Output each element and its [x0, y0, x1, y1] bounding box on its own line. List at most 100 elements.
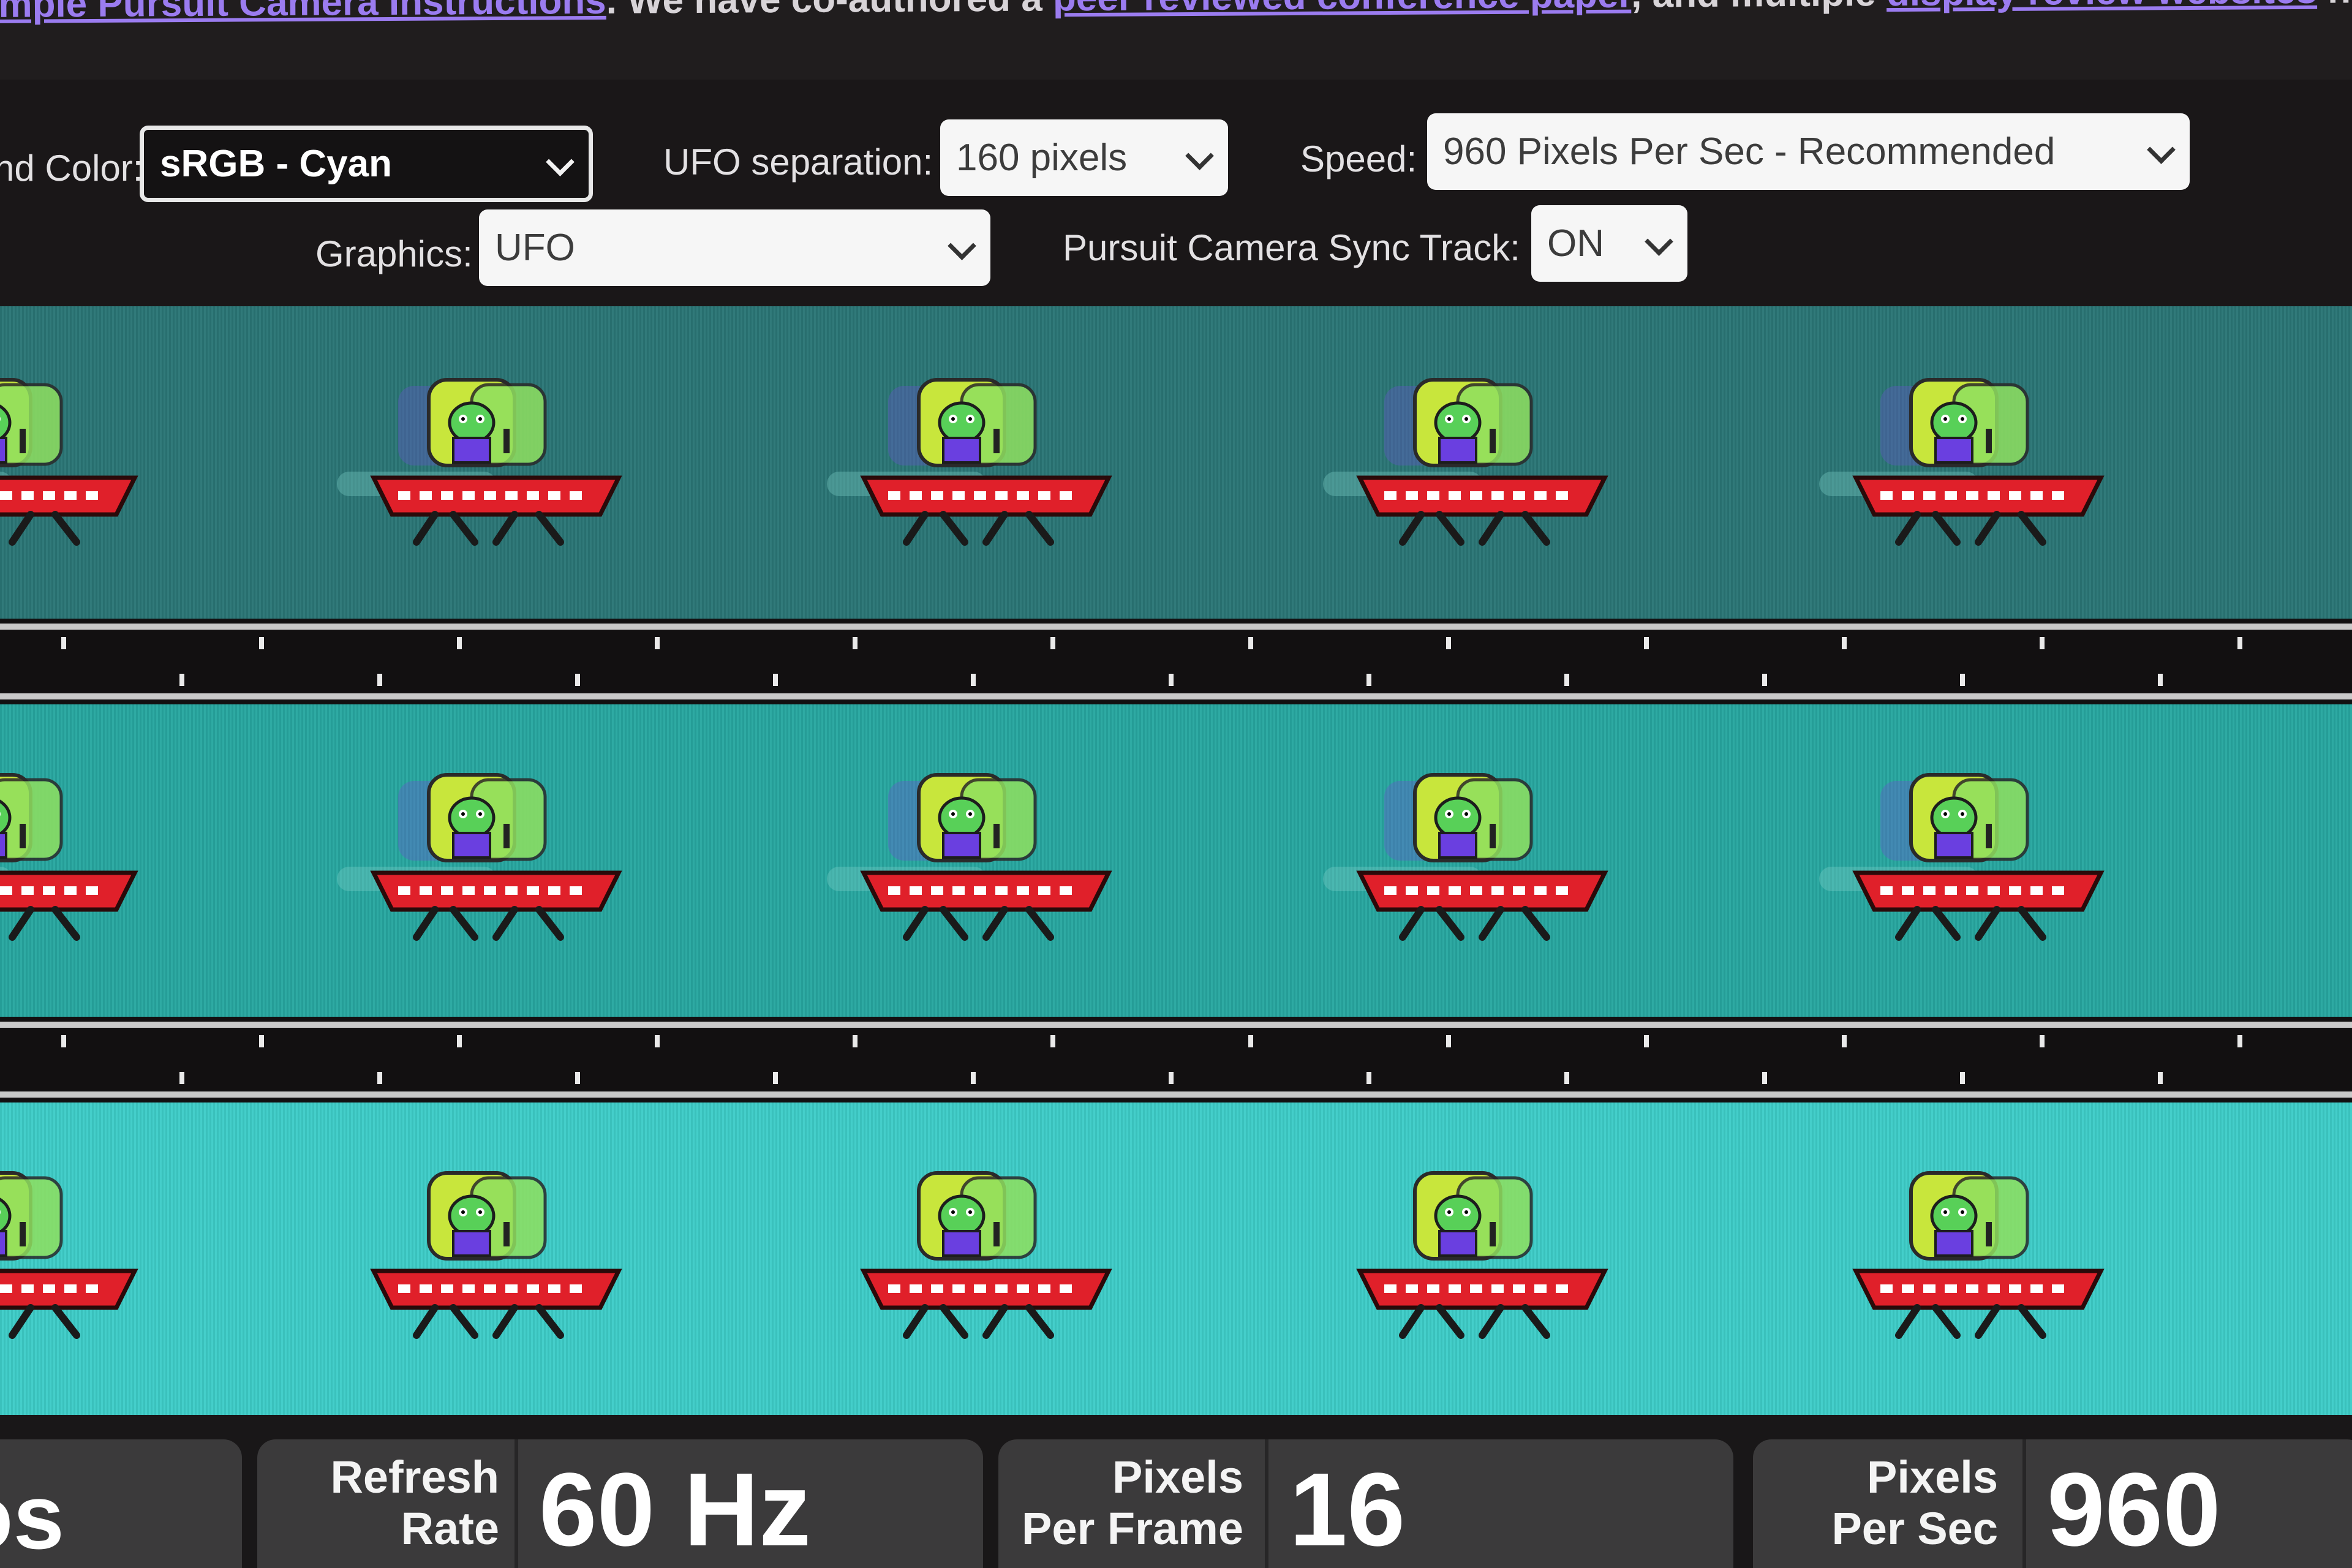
intro-text-2: , and multiple — [1631, 0, 1887, 16]
sync-track-tick — [655, 637, 660, 649]
sync-track-tick — [2040, 637, 2045, 649]
sync-track-tick — [179, 1072, 184, 1084]
intro-text-3: now use — [2317, 0, 2352, 12]
sync-track-tick — [61, 637, 66, 649]
pixels-per-frame-label: Pixels Per Frame — [998, 1452, 1243, 1555]
sync-track-tick — [1960, 1072, 1965, 1084]
pixels-per-frame-card: Pixels Per Frame 16 — [998, 1439, 1733, 1568]
sync-track-tick — [377, 674, 382, 686]
sync-track-tick — [575, 674, 580, 686]
ufo-icon — [337, 763, 631, 946]
ufo-lane-medium — [0, 704, 2352, 1017]
ufo-separation-label: UFO separation: — [663, 141, 933, 183]
pixels-per-sec-label-line2: Per Sec — [1831, 1503, 1998, 1554]
pixels-per-sec-card: Pixels Per Sec 960 — [1753, 1439, 2352, 1568]
background-color-value: sRGB - Cyan — [160, 143, 392, 185]
conference-paper-link[interactable]: peer reviewed conference paper — [1053, 0, 1632, 19]
pixels-per-frame-label-line1: Pixels — [1112, 1452, 1243, 1502]
ufo-icon — [1348, 1161, 1617, 1344]
sync-track-tick — [853, 637, 858, 649]
ufo-icon — [851, 1161, 1121, 1344]
sync-track-tick — [179, 674, 184, 686]
sync-track-tick — [1842, 637, 1847, 649]
sync-track-tick — [971, 674, 976, 686]
refresh-rate-card: Refresh Rate 60 Hz — [257, 1439, 983, 1568]
sync-track-tick — [1248, 1035, 1253, 1047]
ufo-icon — [361, 1161, 631, 1344]
chevron-down-icon — [1185, 141, 1214, 170]
pursuit-camera-test-page: imple Pursuit Camera Instructions. We ha… — [0, 0, 2352, 1568]
refresh-rate-value: 60 Hz — [539, 1452, 812, 1568]
ufo-lane-dark — [0, 306, 2352, 619]
sync-track-tick — [2237, 1035, 2242, 1047]
sync-track-tick — [1366, 1072, 1371, 1084]
fps-fragment: os — [0, 1465, 65, 1568]
ufo-icon — [337, 368, 631, 551]
sync-track-tick — [61, 1035, 66, 1047]
sync-track-tick — [773, 674, 778, 686]
ufo-separation-select[interactable]: 160 pixels — [940, 119, 1228, 196]
sync-track-tick — [2237, 637, 2242, 649]
background-color-select[interactable]: sRGB - Cyan — [140, 126, 593, 202]
sync-track-select[interactable]: ON — [1531, 205, 1687, 282]
sync-track-tick — [2158, 674, 2163, 686]
ufo-icon — [827, 763, 1121, 946]
sync-track-tick — [1366, 674, 1371, 686]
ufo-icon — [0, 763, 147, 946]
chevron-down-icon — [2147, 135, 2176, 164]
sync-track-tick — [1050, 637, 1055, 649]
sync-track-tick — [575, 1072, 580, 1084]
graphics-select[interactable]: UFO — [479, 209, 990, 286]
sync-track-tick — [655, 1035, 660, 1047]
sync-track-tick — [1169, 1072, 1174, 1084]
stats-bar: os Refresh Rate 60 Hz Pixels Per Frame 1… — [0, 1415, 2352, 1568]
pursuit-camera-instructions-link[interactable]: imple Pursuit Camera Instructions — [0, 0, 606, 26]
sync-track-tick — [457, 637, 462, 649]
graphics-value: UFO — [495, 227, 575, 269]
sync-track-tick — [853, 1035, 858, 1047]
sync-track-tick — [259, 1035, 264, 1047]
intro-text-1: . We have co-authored a — [606, 0, 1053, 22]
sync-track-tick — [1446, 637, 1451, 649]
sync-track-tick — [1644, 637, 1649, 649]
sync-track-tick — [2040, 1035, 2045, 1047]
ufo-icon — [0, 368, 147, 551]
sync-track-tick — [1248, 637, 1253, 649]
pixels-per-frame-label-line2: Per Frame — [1022, 1503, 1243, 1554]
ufo-lane-light — [0, 1102, 2352, 1415]
speed-select[interactable]: 960 Pixels Per Sec - Recommended — [1427, 113, 2190, 190]
sync-track-tick — [1050, 1035, 1055, 1047]
refresh-rate-label-line2: Rate — [401, 1503, 499, 1554]
display-review-websites-link[interactable]: display review websites — [1887, 0, 2317, 14]
refresh-rate-label-line1: Refresh — [330, 1452, 499, 1502]
ufo-icon — [1819, 368, 2113, 551]
sync-track-tick — [1842, 1035, 1847, 1047]
ufo-icon — [1323, 368, 1617, 551]
graphics-label: Graphics: — [315, 233, 473, 274]
fps-card: os — [0, 1439, 242, 1568]
sync-track-tick — [377, 1072, 382, 1084]
speed-label: Speed: — [1300, 138, 1417, 179]
ufo-icon — [827, 368, 1121, 551]
background-color-label: nd Color: — [0, 148, 143, 189]
sync-track-tick — [1762, 1072, 1767, 1084]
refresh-rate-label: Refresh Rate — [254, 1452, 499, 1555]
sync-track-tick — [1446, 1035, 1451, 1047]
ufo-icon — [1323, 763, 1617, 946]
sync-track-tick — [1564, 674, 1569, 686]
sync-track-tick — [259, 637, 264, 649]
ufo-icon — [1844, 1161, 2113, 1344]
sync-track-2 — [0, 1017, 2352, 1102]
pixels-per-sec-value: 960 — [2047, 1452, 2221, 1568]
sync-track-label: Pursuit Camera Sync Track: — [1063, 227, 1520, 268]
intro-text: imple Pursuit Camera Instructions. We ha… — [0, 0, 2352, 50]
sync-track-1 — [0, 619, 2352, 704]
pixels-per-frame-value: 16 — [1289, 1452, 1406, 1568]
chevron-down-icon — [546, 147, 575, 176]
chevron-down-icon — [948, 231, 976, 260]
ufo-icon — [0, 1161, 147, 1344]
pixels-per-sec-label: Pixels Per Sec — [1753, 1452, 1998, 1555]
sync-track-tick — [2158, 1072, 2163, 1084]
chevron-down-icon — [1645, 227, 1673, 256]
sync-track-tick — [1762, 674, 1767, 686]
